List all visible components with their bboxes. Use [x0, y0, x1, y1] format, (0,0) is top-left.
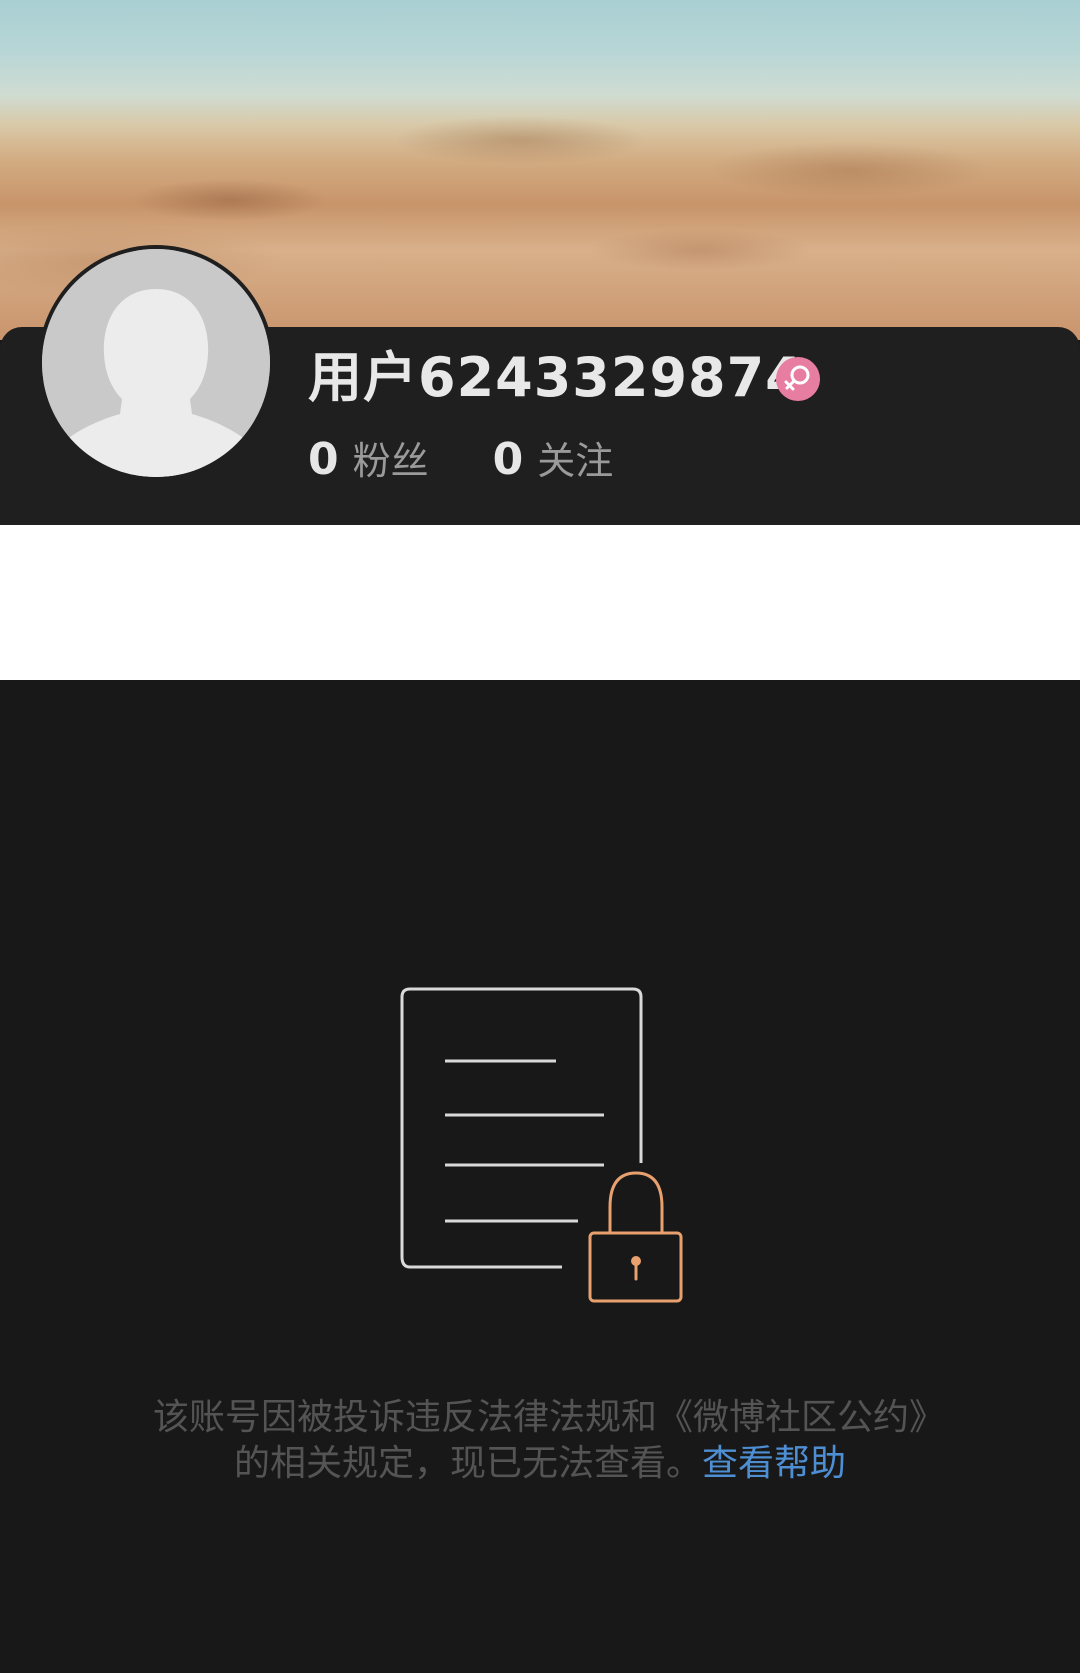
following-count: 0	[492, 434, 524, 485]
help-link[interactable]: 查看帮助	[702, 1443, 846, 1484]
avatar[interactable]	[38, 245, 274, 481]
content-divider	[0, 525, 1080, 680]
user-name: 用户6243329874	[308, 346, 804, 409]
default-avatar-icon	[42, 249, 270, 477]
followers-count: 0	[308, 434, 339, 485]
following-label: 关注	[537, 439, 614, 483]
locked-document-icon	[390, 985, 700, 1305]
following-stat[interactable]: 0 关注	[493, 430, 614, 485]
profile-stats: 0 粉丝 0 关注	[308, 430, 677, 485]
followers-label: 粉丝	[352, 439, 429, 483]
blocked-message: 该账号因被投诉违反法律法规和《微博社区公约》的相关规定，现已无法查看。查看帮助	[150, 1395, 930, 1487]
followers-stat[interactable]: 0 粉丝	[308, 430, 429, 485]
female-icon	[776, 357, 820, 401]
